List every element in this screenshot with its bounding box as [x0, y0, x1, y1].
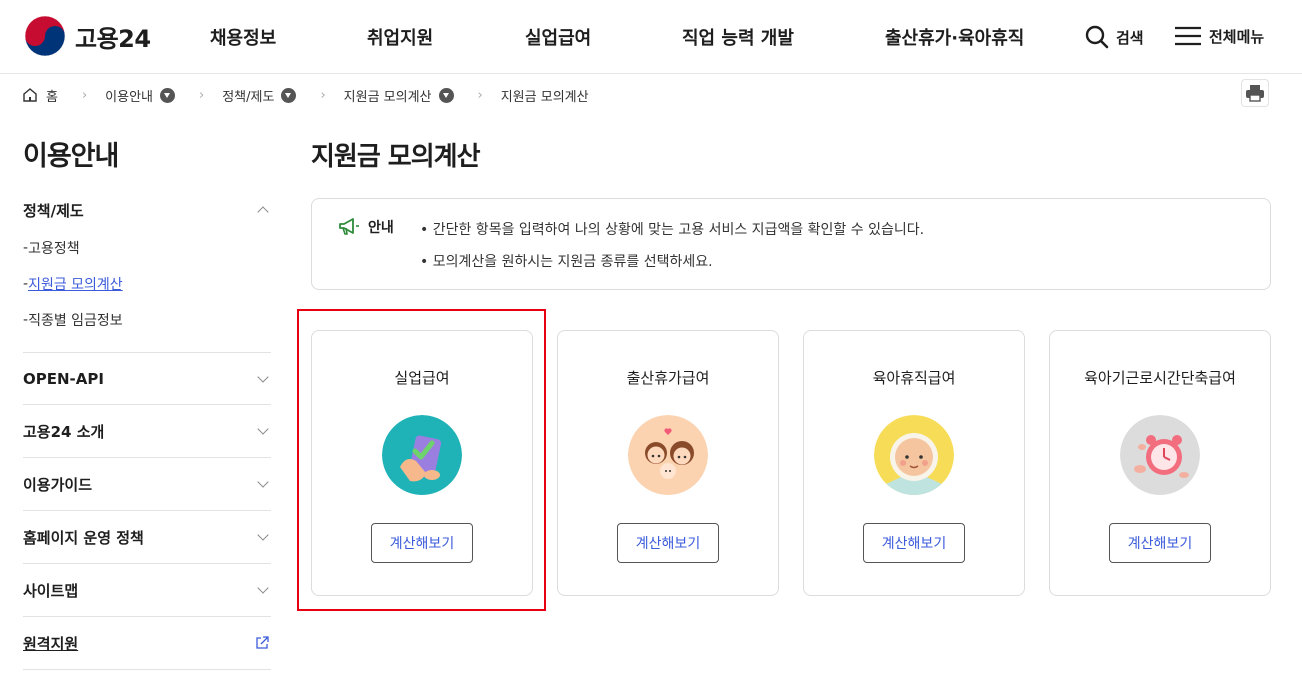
card-unemployment-benefit: 실업급여 계산해보기: [311, 330, 533, 596]
sidebar-item-label: 고용정책: [28, 241, 80, 257]
caret-down-icon[interactable]: [438, 87, 454, 103]
card-title: 실업급여: [394, 369, 450, 387]
breadcrumb-policy[interactable]: 정책/제도: [222, 86, 297, 105]
breadcrumb-label: 이용안내: [105, 89, 154, 105]
sidebar-group-label: 사이트맵: [23, 581, 79, 600]
sidebar-item-label: 지원금 모의계산: [28, 277, 123, 293]
sidebar-group-open-api[interactable]: OPEN-API: [23, 352, 271, 405]
printer-icon: [1246, 85, 1264, 102]
site-logo[interactable]: 고용24: [23, 14, 151, 58]
taegeuk-logo-icon: [24, 15, 66, 57]
megaphone-icon: [339, 218, 359, 235]
chevron-down-icon: [257, 582, 269, 594]
notice-label-text: 안내: [368, 220, 394, 236]
breadcrumb-usage-guide[interactable]: 이용안내: [105, 86, 176, 105]
breadcrumb-label: 지원금 모의계산: [343, 89, 432, 105]
breadcrumb: 홈 › 이용안내 › 정책/제도 › 지원금 모의계산 › 지원금 모의계산: [22, 84, 589, 106]
sidebar-group-sitemap[interactable]: 사이트맵: [23, 564, 271, 617]
sidebar-group-usage-guide[interactable]: 이용가이드: [23, 458, 271, 511]
notice-box: 안내 • 간단한 항목을 입력하여 나의 상황에 맞는 고용 서비스 지급액을 …: [311, 198, 1271, 290]
chevron-down-icon: [257, 423, 269, 435]
breadcrumb-home[interactable]: 홈: [22, 86, 58, 105]
card-parental-leave-benefit: 육아휴직급여 계산해보기: [803, 330, 1025, 596]
breadcrumb-separator-icon: ›: [81, 87, 88, 103]
page-title: 지원금 모의계산: [311, 142, 480, 172]
chevron-down-icon: [257, 370, 269, 383]
sidebar-item-subsidy-calc[interactable]: - 지원금 모의계산: [23, 266, 271, 302]
caret-down-icon[interactable]: [160, 87, 176, 103]
chevron-down-icon: [257, 529, 269, 541]
search-button[interactable]: 검색: [1084, 24, 1144, 50]
breadcrumb-separator-icon: ›: [477, 87, 483, 103]
sidebar-item-wage-info[interactable]: - 직종별 임금정보: [23, 302, 271, 338]
sidebar-group-label: 정책/제도: [23, 201, 84, 220]
sidebar-item-label: 직종별 임금정보: [28, 313, 123, 329]
notice-line: • 간단한 항목을 입력하여 나의 상황에 맞는 고용 서비스 지급액을 확인할…: [420, 222, 925, 238]
card-maternity-benefit: 출산휴가급여 계산해보기: [557, 330, 779, 596]
phone-check-illustration-icon: [382, 415, 462, 495]
sidebar-group-remote-support[interactable]: 원격지원: [23, 617, 271, 670]
nav-employment-support[interactable]: 취업지원: [367, 24, 433, 50]
sidebar-group-policy[interactable]: 정책/제도: [23, 190, 271, 230]
sidebar-group-label: 고용24 소개: [23, 422, 105, 441]
alarm-clock-illustration-icon: [1120, 415, 1200, 495]
card-reduced-hours-benefit: 육아기근로시간단축급여 계산해보기: [1049, 330, 1271, 596]
card-title: 육아기근로시간단축급여: [1084, 369, 1236, 387]
sidebar-group-label: 홈페이지 운영 정책: [23, 528, 144, 547]
baby-face-illustration-icon: [874, 415, 954, 495]
notice-line: • 모의계산을 원하시는 지원금 종류를 선택하세요.: [420, 254, 713, 270]
card-title: 육아휴직급여: [872, 369, 956, 387]
logo-text: 고용24: [75, 24, 151, 53]
caret-down-icon[interactable]: [281, 87, 297, 103]
sidebar-item-employment-policy[interactable]: - 고용정책: [23, 230, 271, 266]
breadcrumb-current: 지원금 모의계산: [501, 86, 589, 105]
calculate-button[interactable]: 계산해보기: [1109, 523, 1211, 563]
notice-line-text: 모의계산을 원하시는 지원금 종류를 선택하세요.: [432, 254, 713, 270]
breadcrumb-home-label: 홈: [46, 89, 58, 105]
search-label: 검색: [1116, 28, 1144, 47]
calculate-button[interactable]: 계산해보기: [863, 523, 965, 563]
home-icon: [23, 88, 37, 102]
breadcrumb-separator-icon: ›: [320, 87, 326, 103]
all-menu-button[interactable]: 전체메뉴: [1174, 24, 1264, 48]
sidebar-group-label: 원격지원: [23, 634, 79, 653]
sidebar-group-label: OPEN-API: [23, 369, 104, 388]
calculate-button[interactable]: 계산해보기: [617, 523, 719, 563]
nav-jobs[interactable]: 채용정보: [210, 24, 276, 50]
sidebar-nav: 정책/제도 - 고용정책 - 지원금 모의계산 - 직종별 임금정보 OPEN-API…: [23, 190, 271, 670]
card-title: 출산휴가급여: [626, 369, 710, 387]
chevron-up-icon: [257, 206, 269, 218]
sidebar-group-about[interactable]: 고용24 소개: [23, 405, 271, 458]
sidebar-group-label: 이용가이드: [23, 475, 93, 494]
chevron-down-icon: [257, 476, 269, 488]
all-menu-label: 전체메뉴: [1209, 27, 1265, 46]
breadcrumb-separator-icon: ›: [199, 87, 205, 103]
parents-baby-illustration-icon: [628, 415, 708, 495]
breadcrumb-label: 지원금 모의계산: [500, 89, 589, 105]
search-icon: [1085, 25, 1109, 49]
notice-line-text: 간단한 항목을 입력하여 나의 상황에 맞는 고용 서비스 지급액을 확인할 수…: [432, 222, 925, 238]
external-link-icon: [256, 636, 269, 649]
hamburger-icon: [1175, 26, 1201, 46]
breadcrumb-subsidy-calc[interactable]: 지원금 모의계산: [344, 86, 454, 105]
site-header: 고용24 채용정보 취업지원 실업급여 직업 능력 개발 출산휴가·육아휴직 검…: [0, 0, 1302, 74]
nav-skill-development[interactable]: 직업 능력 개발: [682, 24, 794, 50]
breadcrumb-label: 정책/제도: [222, 89, 275, 105]
print-button[interactable]: [1241, 79, 1269, 107]
nav-unemployment-benefit[interactable]: 실업급여: [525, 24, 591, 50]
notice-label: 안내: [338, 217, 394, 237]
sidebar-title: 이용안내: [23, 141, 119, 172]
nav-parental-leave[interactable]: 출산휴가·육아휴직: [885, 24, 1024, 50]
calculate-button[interactable]: 계산해보기: [371, 523, 473, 563]
sidebar-group-site-policy[interactable]: 홈페이지 운영 정책: [23, 511, 271, 564]
